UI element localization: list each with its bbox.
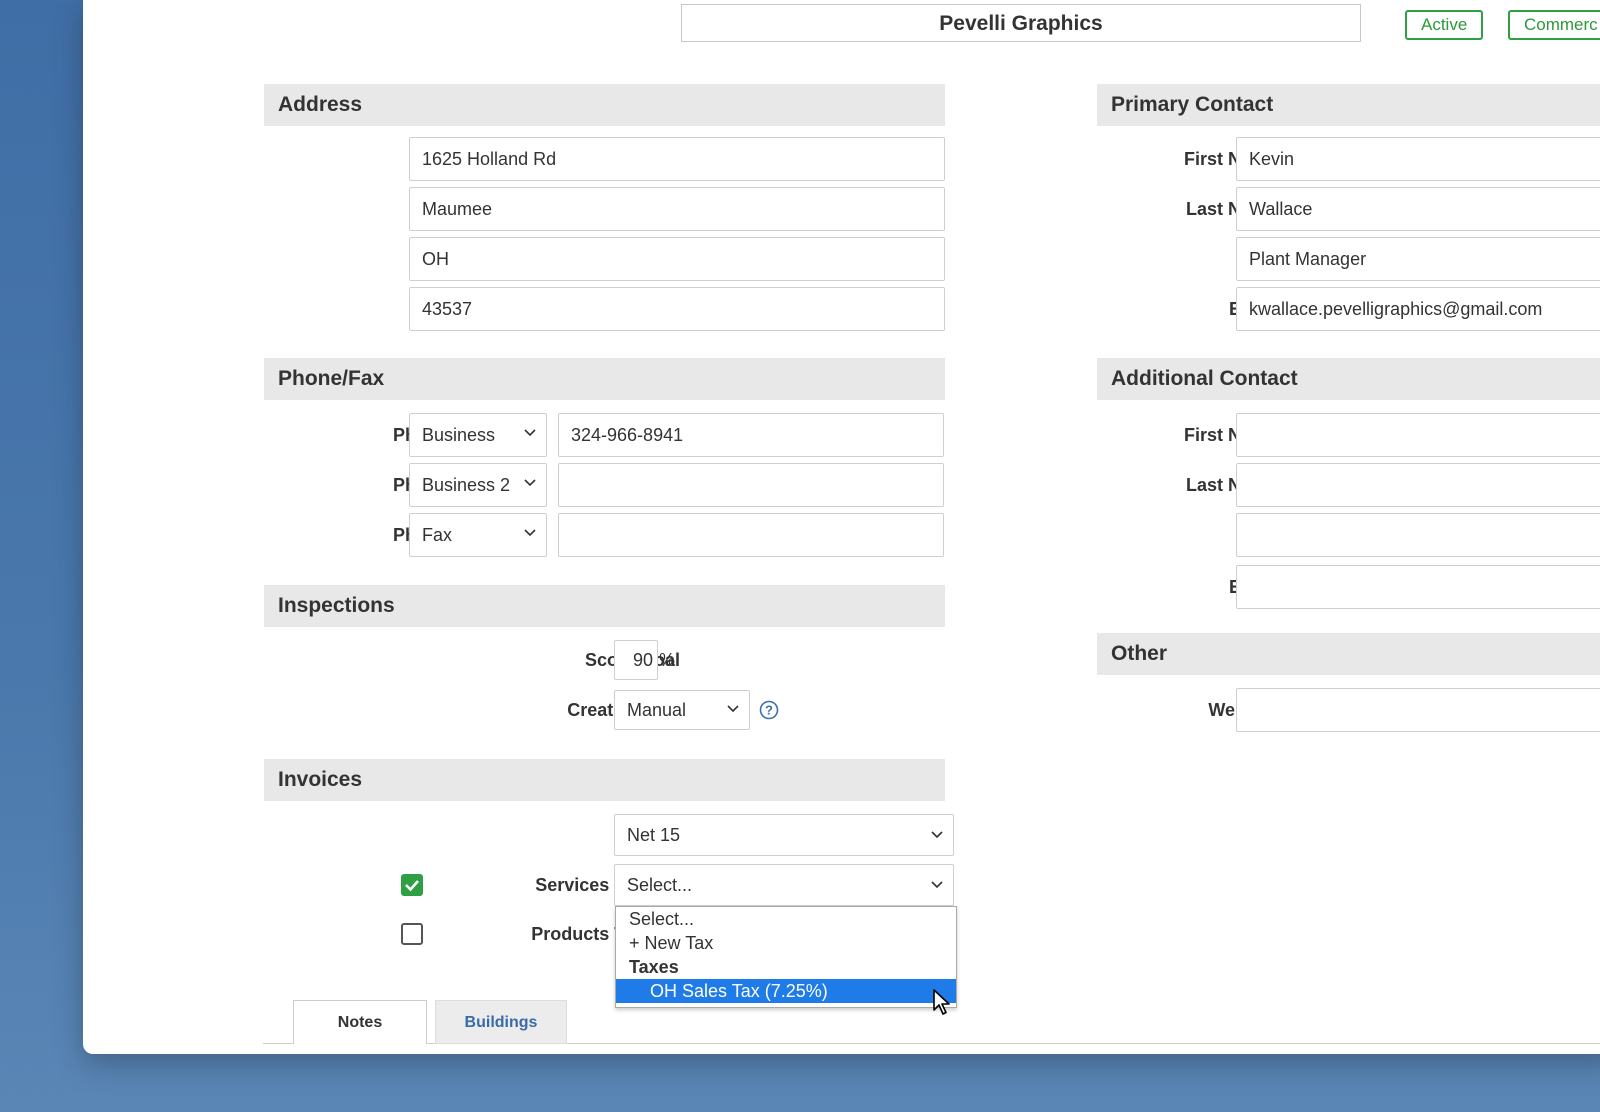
dropdown-option-oh-sales-tax[interactable]: OH Sales Tax (7.25%) [616, 979, 956, 1003]
tab-buildings[interactable]: Buildings [435, 1000, 567, 1044]
state-input[interactable]: OH [409, 237, 945, 281]
section-header-address: Address [264, 84, 945, 126]
create-ticket-value: Manual [627, 700, 687, 720]
services-tax-select[interactable]: Select... [614, 864, 954, 906]
question-circle-icon[interactable]: ? [759, 700, 779, 720]
phone-3-type-select[interactable]: Fax [409, 513, 547, 557]
products-taxable-checkbox[interactable] [401, 923, 423, 945]
terms-select[interactable]: Net 15 [614, 814, 954, 856]
section-header-other: Other [1097, 633, 1600, 675]
score-goal-input[interactable]: 90 [614, 640, 658, 680]
primary-first-name-input[interactable]: Kevin [1236, 137, 1600, 181]
section-header-inspections: Inspections [264, 585, 945, 627]
dropdown-group-taxes: Taxes [629, 957, 679, 977]
chevron-down-icon [727, 691, 739, 713]
phone-1-type-select[interactable]: Business [409, 413, 547, 457]
section-header-primary-contact: Primary Contact [1097, 84, 1600, 126]
section-header-additional-contact: Additional Contact [1097, 358, 1600, 400]
city-input[interactable]: Maumee [409, 187, 945, 231]
chevron-down-icon [524, 514, 536, 537]
mouse-cursor-icon [932, 988, 952, 1016]
phone-2-number-input[interactable] [558, 463, 944, 507]
section-header-invoices: Invoices [264, 759, 945, 801]
score-goal-percent: % [659, 650, 676, 670]
chevron-down-icon [524, 464, 536, 487]
services-tax-select-value: Select... [627, 875, 693, 895]
app-window: Pevelli Graphics Active Commerc Address … [83, 0, 1600, 1054]
chevron-down-icon [931, 815, 943, 839]
chevron-down-icon [524, 414, 536, 437]
phone-3-number-input[interactable] [558, 513, 944, 557]
phone-3-type-value: Fax [422, 525, 453, 545]
phone-1-number-input[interactable]: 324-966-8941 [558, 413, 944, 457]
create-ticket-select[interactable]: Manual [614, 690, 750, 730]
tab-notes[interactable]: Notes [293, 1000, 427, 1044]
dropdown-option-new-tax[interactable]: + New Tax [616, 931, 956, 955]
chevron-down-icon [931, 865, 943, 889]
additional-first-name-input[interactable] [1236, 413, 1600, 457]
status-badge-active[interactable]: Active [1405, 10, 1484, 40]
phone-1-type-value: Business [422, 425, 496, 445]
additional-email-input[interactable] [1236, 565, 1600, 609]
dropdown-option-select[interactable]: Select... [616, 907, 956, 931]
section-header-phone-fax: Phone/Fax [264, 358, 945, 400]
phone-2-type-value: Business 2 [422, 475, 511, 495]
terms-value: Net 15 [627, 825, 681, 845]
services-tax-dropdown-list: Select... + New Tax Taxes OH Sales Tax (… [615, 906, 957, 1008]
primary-email-input[interactable]: kwallace.pevelligraphics@gmail.com [1236, 287, 1600, 331]
services-taxable-checkbox[interactable] [401, 874, 423, 896]
additional-title-input[interactable] [1236, 513, 1600, 557]
primary-title-input[interactable]: Plant Manager [1236, 237, 1600, 281]
checkmark-icon [405, 880, 419, 892]
website-input[interactable] [1236, 688, 1600, 732]
additional-last-name-input[interactable] [1236, 463, 1600, 507]
company-name-field[interactable]: Pevelli Graphics [681, 4, 1361, 42]
svg-text:?: ? [765, 703, 773, 718]
customer-type-badge[interactable]: Commerc [1508, 10, 1600, 40]
zip-input[interactable]: 43537 [409, 287, 945, 331]
street-input[interactable]: 1625 Holland Rd [409, 137, 945, 181]
phone-2-type-select[interactable]: Business 2 [409, 463, 547, 507]
primary-last-name-input[interactable]: Wallace [1236, 187, 1600, 231]
